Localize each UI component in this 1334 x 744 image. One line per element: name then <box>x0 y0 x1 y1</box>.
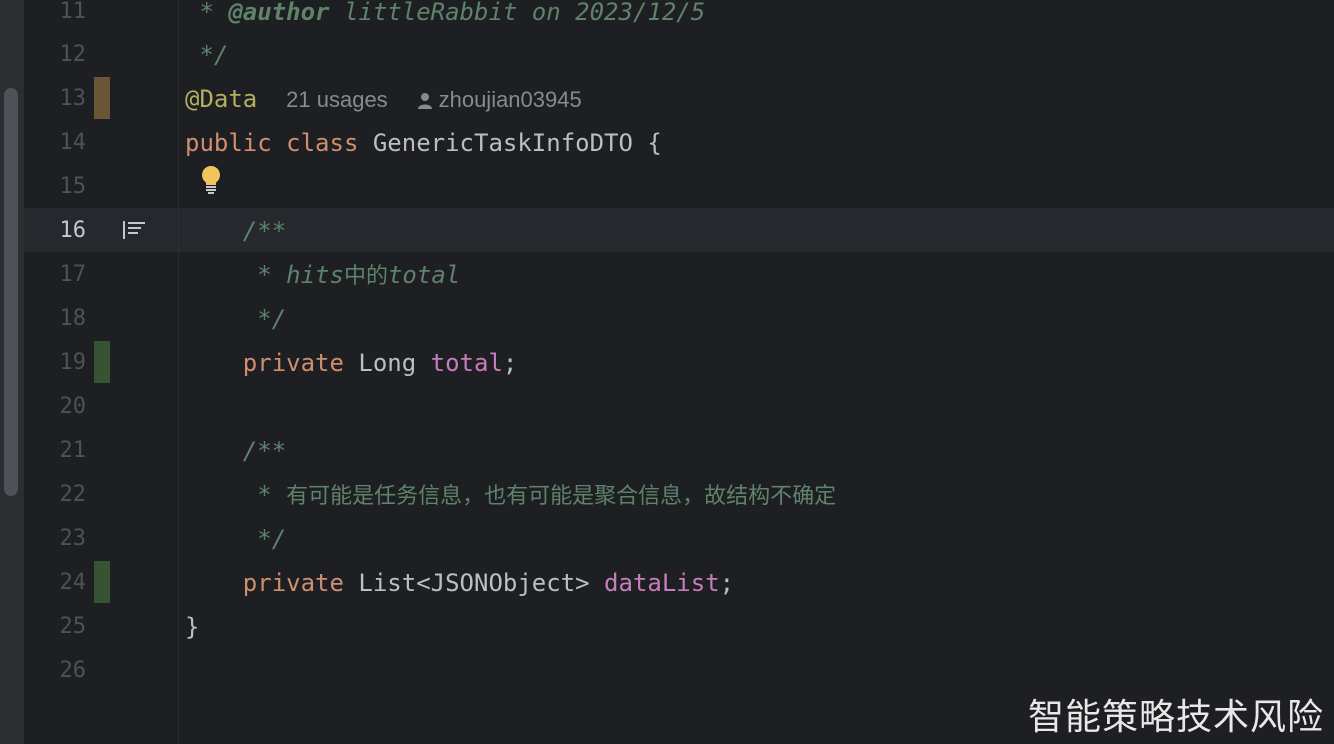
javadoc-tag: @author <box>228 0 330 26</box>
line-number[interactable]: 21 <box>24 429 87 473</box>
comment-text: hits <box>286 261 344 289</box>
code-line-21[interactable]: /** <box>185 429 286 473</box>
line-number[interactable]: 17 <box>24 253 87 297</box>
annotation: @Data <box>185 85 258 113</box>
semicolon: ; <box>502 349 518 377</box>
line-number[interactable]: 12 <box>24 33 87 77</box>
line-number[interactable]: 13 <box>24 77 87 121</box>
comment-text: 有可能是任务信息，也有可能是聚合信息，故结构不确定 <box>286 484 837 509</box>
field-name: total <box>430 349 503 377</box>
code-line-17[interactable]: * hits中的total <box>185 253 460 297</box>
comment-text: total <box>387 261 461 289</box>
user-icon <box>417 93 432 110</box>
comment-text: * <box>185 481 287 509</box>
code-line-24[interactable]: private List<JSONObject> dataList; <box>185 561 734 605</box>
line-number[interactable]: 22 <box>24 473 87 517</box>
closing-brace: } <box>185 613 200 641</box>
keyword: public <box>185 129 272 157</box>
keyword: class <box>286 129 359 157</box>
structure-icon[interactable] <box>121 218 147 242</box>
lightbulb-icon[interactable] <box>200 164 222 196</box>
type-name: List<JSONObject> <box>358 569 590 597</box>
line-number[interactable]: 11 <box>24 0 87 34</box>
comment-text: * <box>185 0 229 26</box>
line-number-current[interactable]: 16 <box>24 209 87 253</box>
line-number[interactable]: 15 <box>24 165 87 209</box>
vcs-added-marker[interactable] <box>94 341 110 383</box>
class-declaration: GenericTaskInfoDTO { <box>372 129 662 157</box>
author-name: zhoujian03945 <box>438 87 582 112</box>
code-line-23[interactable]: */ <box>185 517 286 561</box>
comment-text: /** <box>185 217 287 245</box>
code-line-19[interactable]: private Long total; <box>185 341 518 385</box>
vcs-added-marker[interactable] <box>94 561 110 603</box>
code-line-25[interactable]: } <box>185 605 199 649</box>
code-line-14[interactable]: public class GenericTaskInfoDTO { <box>185 121 662 165</box>
code-line-22[interactable]: * 有可能是任务信息，也有可能是聚合信息，故结构不确定 <box>185 473 836 517</box>
type-name: Long <box>358 349 417 377</box>
comment-text: */ <box>185 525 287 553</box>
line-number[interactable]: 20 <box>24 385 87 429</box>
line-number[interactable]: 24 <box>24 561 87 605</box>
field-name: dataList <box>604 569 720 597</box>
code-line-12[interactable]: */ <box>185 33 228 77</box>
line-number[interactable]: 23 <box>24 517 87 561</box>
gutter-separator <box>178 0 179 744</box>
keyword: private <box>242 349 344 377</box>
line-number[interactable]: 19 <box>24 341 87 385</box>
code-line-18[interactable]: */ <box>185 297 286 341</box>
code-line-13[interactable]: @Data 21 usages zhoujian03945 <box>185 77 582 121</box>
comment-text: littleRabbit on 2023/12/5 <box>329 0 706 26</box>
author-inlay-hint[interactable]: zhoujian03945 <box>417 87 582 112</box>
code-line-11[interactable]: * @author littleRabbit on 2023/12/5 <box>185 0 705 34</box>
usages-inlay-hint[interactable]: 21 usages <box>286 87 388 112</box>
keyword: private <box>242 569 344 597</box>
comment-text: */ <box>185 305 287 333</box>
scrollbar-thumb[interactable] <box>4 88 18 496</box>
semicolon: ; <box>719 569 735 597</box>
comment-text: 中的 <box>343 264 388 289</box>
comment-text: * <box>185 261 287 289</box>
line-number[interactable]: 18 <box>24 297 87 341</box>
vertical-scrollbar[interactable] <box>0 0 24 744</box>
vcs-modified-marker[interactable] <box>94 77 110 119</box>
line-number[interactable]: 26 <box>24 649 87 693</box>
comment-text: /** <box>185 437 287 465</box>
watermark: 智能策略技术风险 <box>1027 697 1324 738</box>
code-line-16[interactable]: /** <box>185 209 286 253</box>
comment-text: */ <box>185 41 229 69</box>
line-number[interactable]: 25 <box>24 605 87 649</box>
line-number[interactable]: 14 <box>24 121 87 165</box>
